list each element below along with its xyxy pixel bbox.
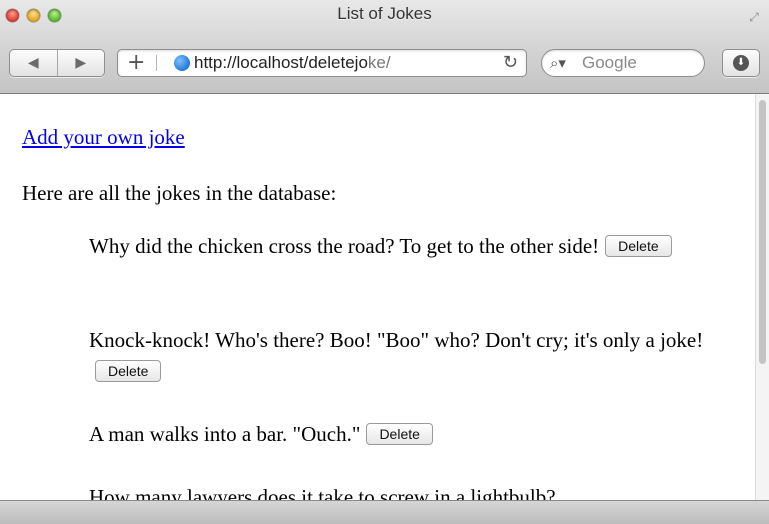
search-placeholder: Google <box>582 53 637 72</box>
joke-text: How many lawyers does it take to screw i… <box>89 485 556 500</box>
search-field[interactable]: ⌕▾ Google <box>541 49 705 77</box>
download-icon: ⬇ <box>733 55 749 71</box>
joke-text: A man walks into a bar. "Ouch." <box>89 422 361 446</box>
joke-item: A man walks into a bar. "Ouch." Delete <box>89 419 709 450</box>
window-title: List of Jokes <box>337 4 432 23</box>
joke-item: How many lawyers does it take to screw i… <box>89 482 709 500</box>
forward-button[interactable]: ▶ <box>56 50 105 76</box>
downloads-button[interactable]: ⬇ <box>722 49 760 77</box>
vertical-scrollbar[interactable] <box>755 94 769 500</box>
scrollbar-thumb[interactable] <box>759 100 766 364</box>
fullscreen-icon[interactable]: ⤢ <box>747 10 761 24</box>
url-main: http://localhost/deletejo <box>194 53 368 72</box>
joke-item: Why did the chicken cross the road? To g… <box>89 231 709 262</box>
search-icon[interactable]: ⌕▾ <box>550 50 566 76</box>
add-bookmark-icon[interactable]: + <box>127 50 145 76</box>
url-tail: ke/ <box>367 53 391 72</box>
add-joke-link[interactable]: Add your own joke <box>22 125 185 150</box>
joke-item: Knock-knock! Who's there? Boo! "Boo" who… <box>89 325 709 387</box>
delete-button[interactable]: Delete <box>366 423 433 445</box>
address-divider <box>156 55 157 71</box>
delete-button[interactable]: Delete <box>605 235 672 257</box>
address-bar[interactable]: + http://localhost/deletejoke/ ↻ <box>117 49 527 77</box>
joke-text: Knock-knock! Who's there? Boo! "Boo" who… <box>89 328 704 352</box>
forward-arrow-icon: ▶ <box>75 55 87 71</box>
joke-text: Why did the chicken cross the road? To g… <box>89 234 600 258</box>
back-button[interactable]: ◀ <box>10 50 57 76</box>
url-text[interactable]: http://localhost/deletejoke/ <box>194 50 391 76</box>
globe-icon <box>174 55 190 71</box>
reload-icon[interactable]: ↻ <box>503 50 518 76</box>
toolbar: ◀ ▶ + http://localhost/deletejoke/ ↻ ⌕▾ … <box>0 46 769 82</box>
delete-button[interactable]: Delete <box>95 360 162 382</box>
status-bar <box>0 500 769 524</box>
back-forward-control: ◀ ▶ <box>9 49 105 77</box>
back-arrow-icon: ◀ <box>27 55 39 71</box>
browser-window: List of Jokes ⤢ ◀ ▶ + http://localhost/d… <box>0 0 769 524</box>
window-chrome: List of Jokes ⤢ ◀ ▶ + http://localhost/d… <box>0 0 769 94</box>
intro-text: Here are all the jokes in the database: <box>22 181 337 205</box>
page-content: Add your own joke Here are all the jokes… <box>0 94 755 500</box>
